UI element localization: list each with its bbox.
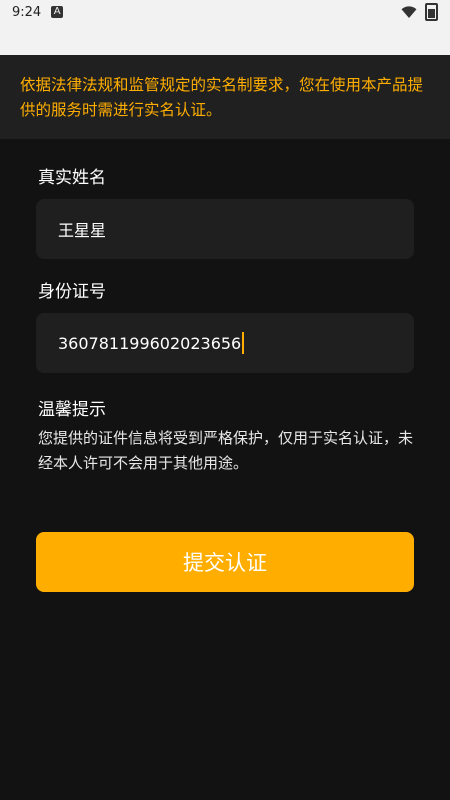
battery-icon — [425, 3, 438, 21]
id-value: 360781199602023656 — [58, 333, 242, 353]
status-bar: 9:24 A — [0, 0, 450, 24]
app-bar — [0, 24, 450, 55]
tips-text: 您提供的证件信息将受到严格保护，仅用于实名认证，未经本人许可不会用于其他用途。 — [38, 429, 414, 472]
tips-title: 温馨提示 — [38, 400, 106, 420]
status-time: 9:24 — [12, 4, 42, 20]
status-left: 9:24 A — [12, 4, 64, 20]
name-label: 真实姓名 — [38, 168, 106, 188]
notification-a-icon: A — [51, 6, 64, 18]
name-field[interactable]: 王星星 — [36, 199, 414, 259]
wifi-icon — [401, 6, 417, 18]
realname-notice: 依据法律法规和监管规定的实名制要求，您在使用本产品提供的服务时需进行实名认证。 — [0, 55, 450, 139]
submit-button[interactable]: 提交认证 — [36, 532, 414, 592]
name-value: 王星星 — [58, 221, 107, 240]
realname-form: 真实姓名 王星星 身份证号 360781199602023656 温馨提示 您提… — [0, 139, 450, 476]
id-number-field[interactable]: 360781199602023656 — [36, 313, 414, 373]
id-label: 身份证号 — [38, 282, 106, 302]
status-right — [401, 3, 438, 21]
text-caret — [242, 332, 245, 354]
notice-text: 依据法律法规和监管规定的实名制要求，您在使用本产品提供的服务时需进行实名认证。 — [20, 76, 424, 119]
submit-label: 提交认证 — [183, 551, 267, 575]
